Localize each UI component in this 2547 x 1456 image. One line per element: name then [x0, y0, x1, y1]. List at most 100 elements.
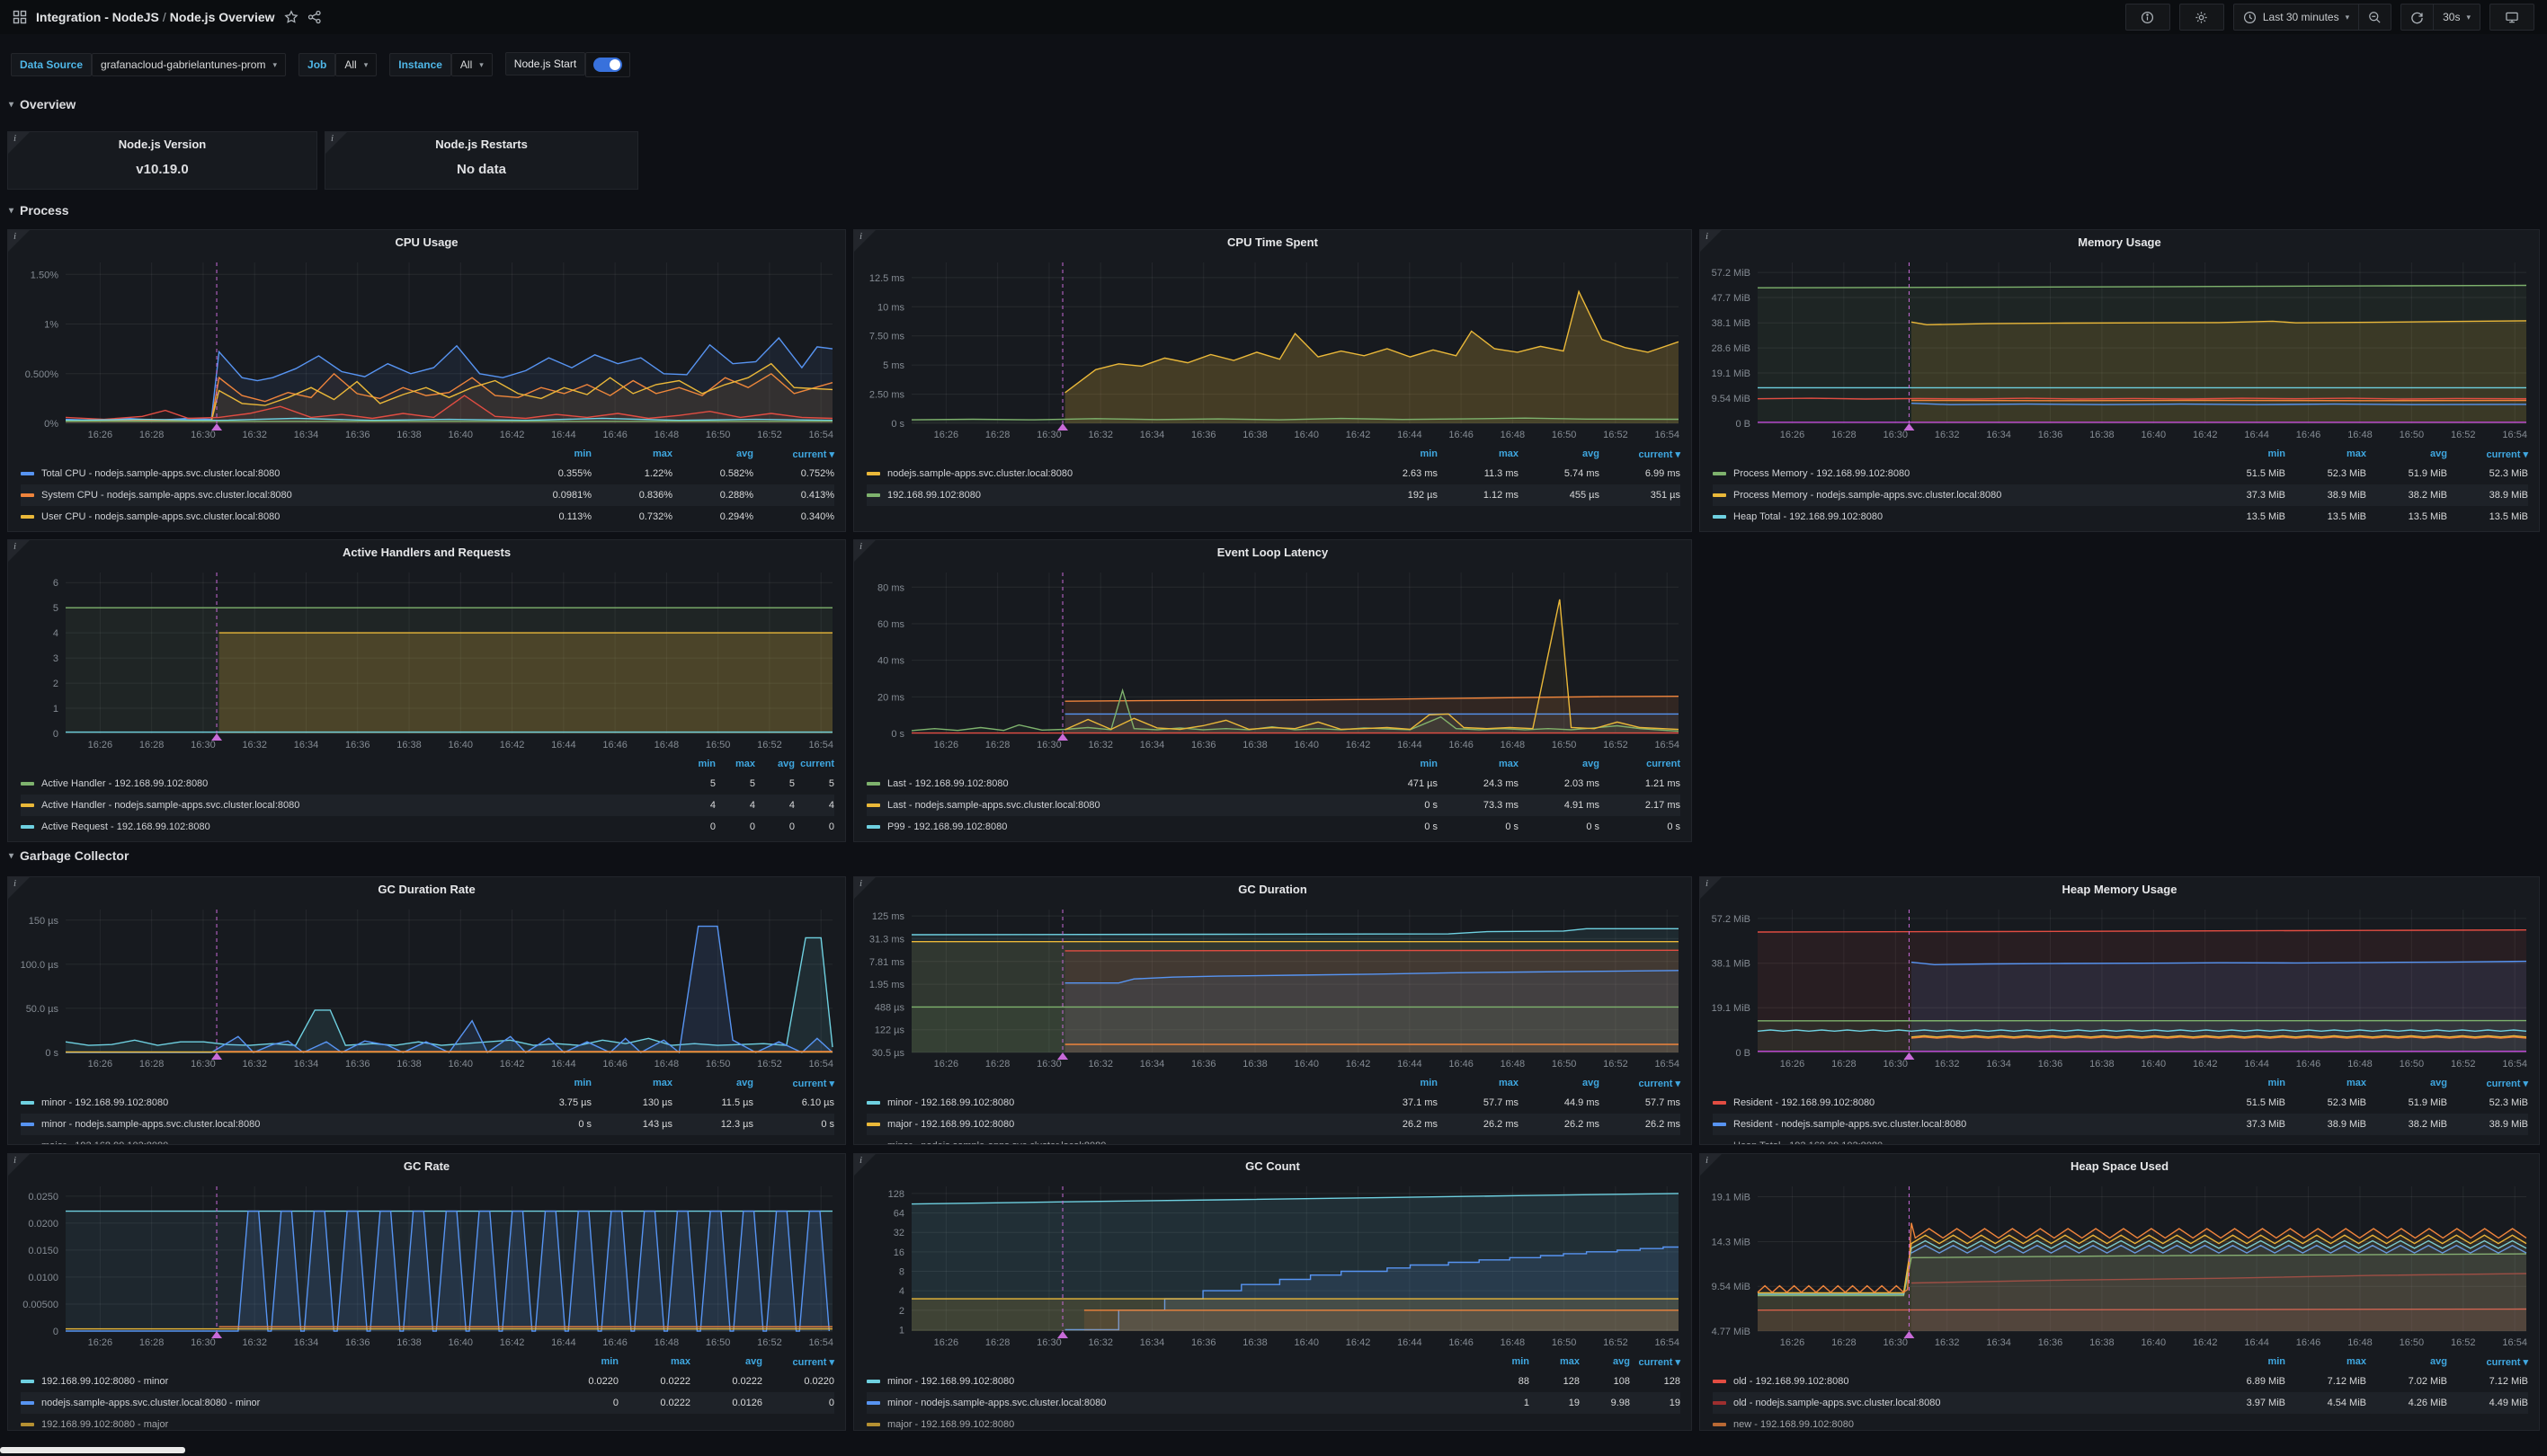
panel-info-icon[interactable]: i — [8, 540, 30, 562]
time-series-chart[interactable]: 1.50%1%0.500%0%16:2616:2816:3016:3216:34… — [8, 255, 845, 445]
panel-info-button[interactable] — [2125, 4, 2170, 31]
dashboard-settings-button[interactable] — [2179, 4, 2224, 31]
legend-sort-current[interactable]: current ▾ — [753, 448, 834, 460]
legend-row[interactable]: Resident - nodejs.sample-apps.svc.cluste… — [1713, 1114, 2528, 1135]
legend-sort-max[interactable]: max — [1438, 759, 1518, 769]
legend-sort-min[interactable]: min — [511, 448, 592, 459]
panel-title[interactable]: GC Duration — [854, 877, 1691, 902]
legend-sort-max[interactable]: max — [2285, 448, 2366, 459]
legend-sort-max[interactable]: max — [592, 448, 672, 459]
panel-title[interactable]: Heap Space Used — [1700, 1154, 2539, 1179]
time-series-chart[interactable]: 57.2 MiB47.7 MiB38.1 MiB28.6 MiB19.1 MiB… — [1700, 255, 2539, 445]
legend-sort-min[interactable]: min — [2204, 448, 2285, 459]
legend-sort-current[interactable]: current — [795, 759, 834, 769]
legend-sort-max[interactable]: max — [2285, 1356, 2366, 1367]
time-series-chart[interactable]: 150 µs100.0 µs50.0 µs0 s16:2616:2816:301… — [8, 902, 845, 1074]
legend-sort-min[interactable]: min — [1357, 1078, 1438, 1088]
legend-row[interactable]: minor - nodejs.sample-apps.svc.cluster.l… — [21, 1114, 834, 1135]
legend-row[interactable]: minor - 192.168.99.102:80803.75 µs130 µs… — [21, 1092, 834, 1114]
nodejs-start-toggle[interactable] — [585, 52, 630, 77]
panel-title[interactable]: Event Loop Latency — [854, 540, 1691, 565]
legend-sort-max[interactable]: max — [1529, 1356, 1580, 1367]
legend-sort-avg[interactable]: avg — [1580, 1356, 1630, 1367]
legend-row[interactable]: Heap Total - 192.168.99.102:808013.5 MiB… — [1713, 506, 2528, 528]
panel-info-icon[interactable]: i — [854, 540, 876, 562]
time-series-chart[interactable]: 125 ms31.3 ms7.81 ms1.95 ms488 µs122 µs3… — [854, 902, 1691, 1074]
legend-sort-avg[interactable]: avg — [2366, 1078, 2447, 1088]
panel-info-icon[interactable]: i — [854, 877, 876, 899]
legend-row[interactable]: Total CPU - nodejs.sample-apps.svc.clust… — [21, 463, 834, 484]
legend-row[interactable]: System CPU - nodejs.sample-apps.svc.clus… — [21, 484, 834, 506]
panel-title[interactable]: CPU Time Spent — [854, 230, 1691, 255]
cycle-view-mode-button[interactable] — [2489, 4, 2534, 31]
legend-sort-min[interactable]: min — [547, 1356, 619, 1367]
panel-info-icon[interactable]: i — [8, 132, 30, 154]
legend-sort-avg[interactable]: avg — [672, 1078, 753, 1088]
legend-sort-max[interactable]: max — [619, 1356, 690, 1367]
refresh-interval-dropdown[interactable]: 30s ▾ — [2433, 4, 2480, 30]
legend-row[interactable]: Active Handler - nodejs.sample-apps.svc.… — [21, 795, 834, 816]
legend-row[interactable]: Process Memory - nodejs.sample-apps.svc.… — [1713, 484, 2528, 506]
legend-sort-min[interactable]: min — [511, 1078, 592, 1088]
panel-title[interactable]: GC Rate — [8, 1154, 845, 1179]
legend-sort-current[interactable]: current ▾ — [2447, 1356, 2528, 1368]
panel-info-icon[interactable]: i — [1700, 1154, 1722, 1176]
legend-row[interactable]: 192.168.99.102:8080 - major — [21, 1414, 834, 1430]
time-series-chart[interactable]: 0.02500.02000.01500.01000.00500016:2616:… — [8, 1179, 845, 1353]
legend-row[interactable]: 192.168.99.102:8080192 µs1.12 ms455 µs35… — [867, 484, 1680, 506]
legend-row[interactable]: minor - 192.168.99.102:808088128108128 — [867, 1371, 1680, 1392]
panel-title[interactable]: CPU Usage — [8, 230, 845, 255]
instance-dropdown[interactable]: All▾ — [451, 53, 493, 76]
panel-title[interactable]: Heap Memory Usage — [1700, 877, 2539, 902]
legend-sort-current[interactable]: current ▾ — [753, 1078, 834, 1089]
legend-row[interactable]: Last - nodejs.sample-apps.svc.cluster.lo… — [867, 795, 1680, 816]
legend-sort-max[interactable]: max — [592, 1078, 672, 1088]
panel-title[interactable]: Active Handlers and Requests — [8, 540, 845, 565]
legend-row[interactable]: nodejs.sample-apps.svc.cluster.local:808… — [867, 463, 1680, 484]
legend-sort-current[interactable]: current ▾ — [2447, 448, 2528, 460]
panel-title[interactable]: GC Duration Rate — [8, 877, 845, 902]
legend-sort-max[interactable]: max — [2285, 1078, 2366, 1088]
legend-sort-current[interactable]: current — [1599, 759, 1680, 769]
legend-row[interactable]: old - 192.168.99.102:80806.89 MiB7.12 Mi… — [1713, 1371, 2528, 1392]
share-icon[interactable] — [307, 10, 322, 24]
legend-sort-current[interactable]: current ▾ — [1599, 448, 1680, 460]
section-garbage-collector[interactable]: ▾Garbage Collector — [9, 848, 129, 863]
panel-title[interactable]: Node.js Version — [8, 132, 316, 157]
legend-sort-min[interactable]: min — [1479, 1356, 1529, 1367]
datasource-dropdown[interactable]: grafanacloud-gabrielantunes-prom▾ — [92, 53, 286, 76]
legend-row[interactable]: new - 192.168.99.102:8080 — [1713, 1414, 2528, 1430]
legend-row[interactable]: minor - nodejs.sample-apps.svc.cluster.l… — [867, 1135, 1680, 1144]
panel-info-icon[interactable]: i — [325, 132, 347, 154]
legend-row[interactable]: old - nodejs.sample-apps.svc.cluster.loc… — [1713, 1392, 2528, 1414]
section-process[interactable]: ▾Process — [9, 203, 69, 218]
legend-sort-min[interactable]: min — [1357, 759, 1438, 769]
legend-sort-avg[interactable]: avg — [690, 1356, 762, 1367]
panel-title[interactable]: Node.js Restarts — [325, 132, 637, 157]
legend-row[interactable]: User CPU - nodejs.sample-apps.svc.cluste… — [21, 506, 834, 528]
panel-info-icon[interactable]: i — [854, 1154, 876, 1176]
legend-row[interactable]: major - 192.168.99.102:808026.2 ms26.2 m… — [867, 1114, 1680, 1135]
panel-info-icon[interactable]: i — [8, 877, 30, 899]
zoom-out-button[interactable] — [2358, 4, 2391, 30]
legend-sort-max[interactable]: max — [1438, 1078, 1518, 1088]
time-series-chart[interactable]: 654321016:2616:2816:3016:3216:3416:3616:… — [8, 565, 845, 755]
legend-sort-min[interactable]: min — [1357, 448, 1438, 459]
horizontal-scrollbar-thumb[interactable] — [0, 1447, 185, 1453]
legend-sort-avg[interactable]: avg — [2366, 448, 2447, 459]
panel-info-icon[interactable]: i — [1700, 877, 1722, 899]
legend-sort-current[interactable]: current ▾ — [762, 1356, 834, 1368]
legend-row[interactable]: Active Handler - 192.168.99.102:80805555 — [21, 773, 834, 795]
time-series-chart[interactable]: 19.1 MiB14.3 MiB9.54 MiB4.77 MiB16:2616:… — [1700, 1179, 2539, 1353]
legend-sort-current[interactable]: current ▾ — [2447, 1078, 2528, 1089]
legend-sort-min[interactable]: min — [2204, 1356, 2285, 1367]
legend-row[interactable]: major - 192.168.99.102:8080 — [21, 1135, 834, 1144]
legend-row[interactable]: 192.168.99.102:8080 - minor0.02200.02220… — [21, 1371, 834, 1392]
job-dropdown[interactable]: All▾ — [335, 53, 377, 76]
panel-title[interactable]: Memory Usage — [1700, 230, 2539, 255]
legend-sort-avg[interactable]: avg — [1518, 759, 1599, 769]
legend-row[interactable]: Last - 192.168.99.102:8080471 µs24.3 ms2… — [867, 773, 1680, 795]
dashboard-grid-icon[interactable] — [13, 10, 27, 24]
legend-sort-current[interactable]: current ▾ — [1630, 1356, 1680, 1368]
legend-sort-max[interactable]: max — [716, 759, 755, 769]
